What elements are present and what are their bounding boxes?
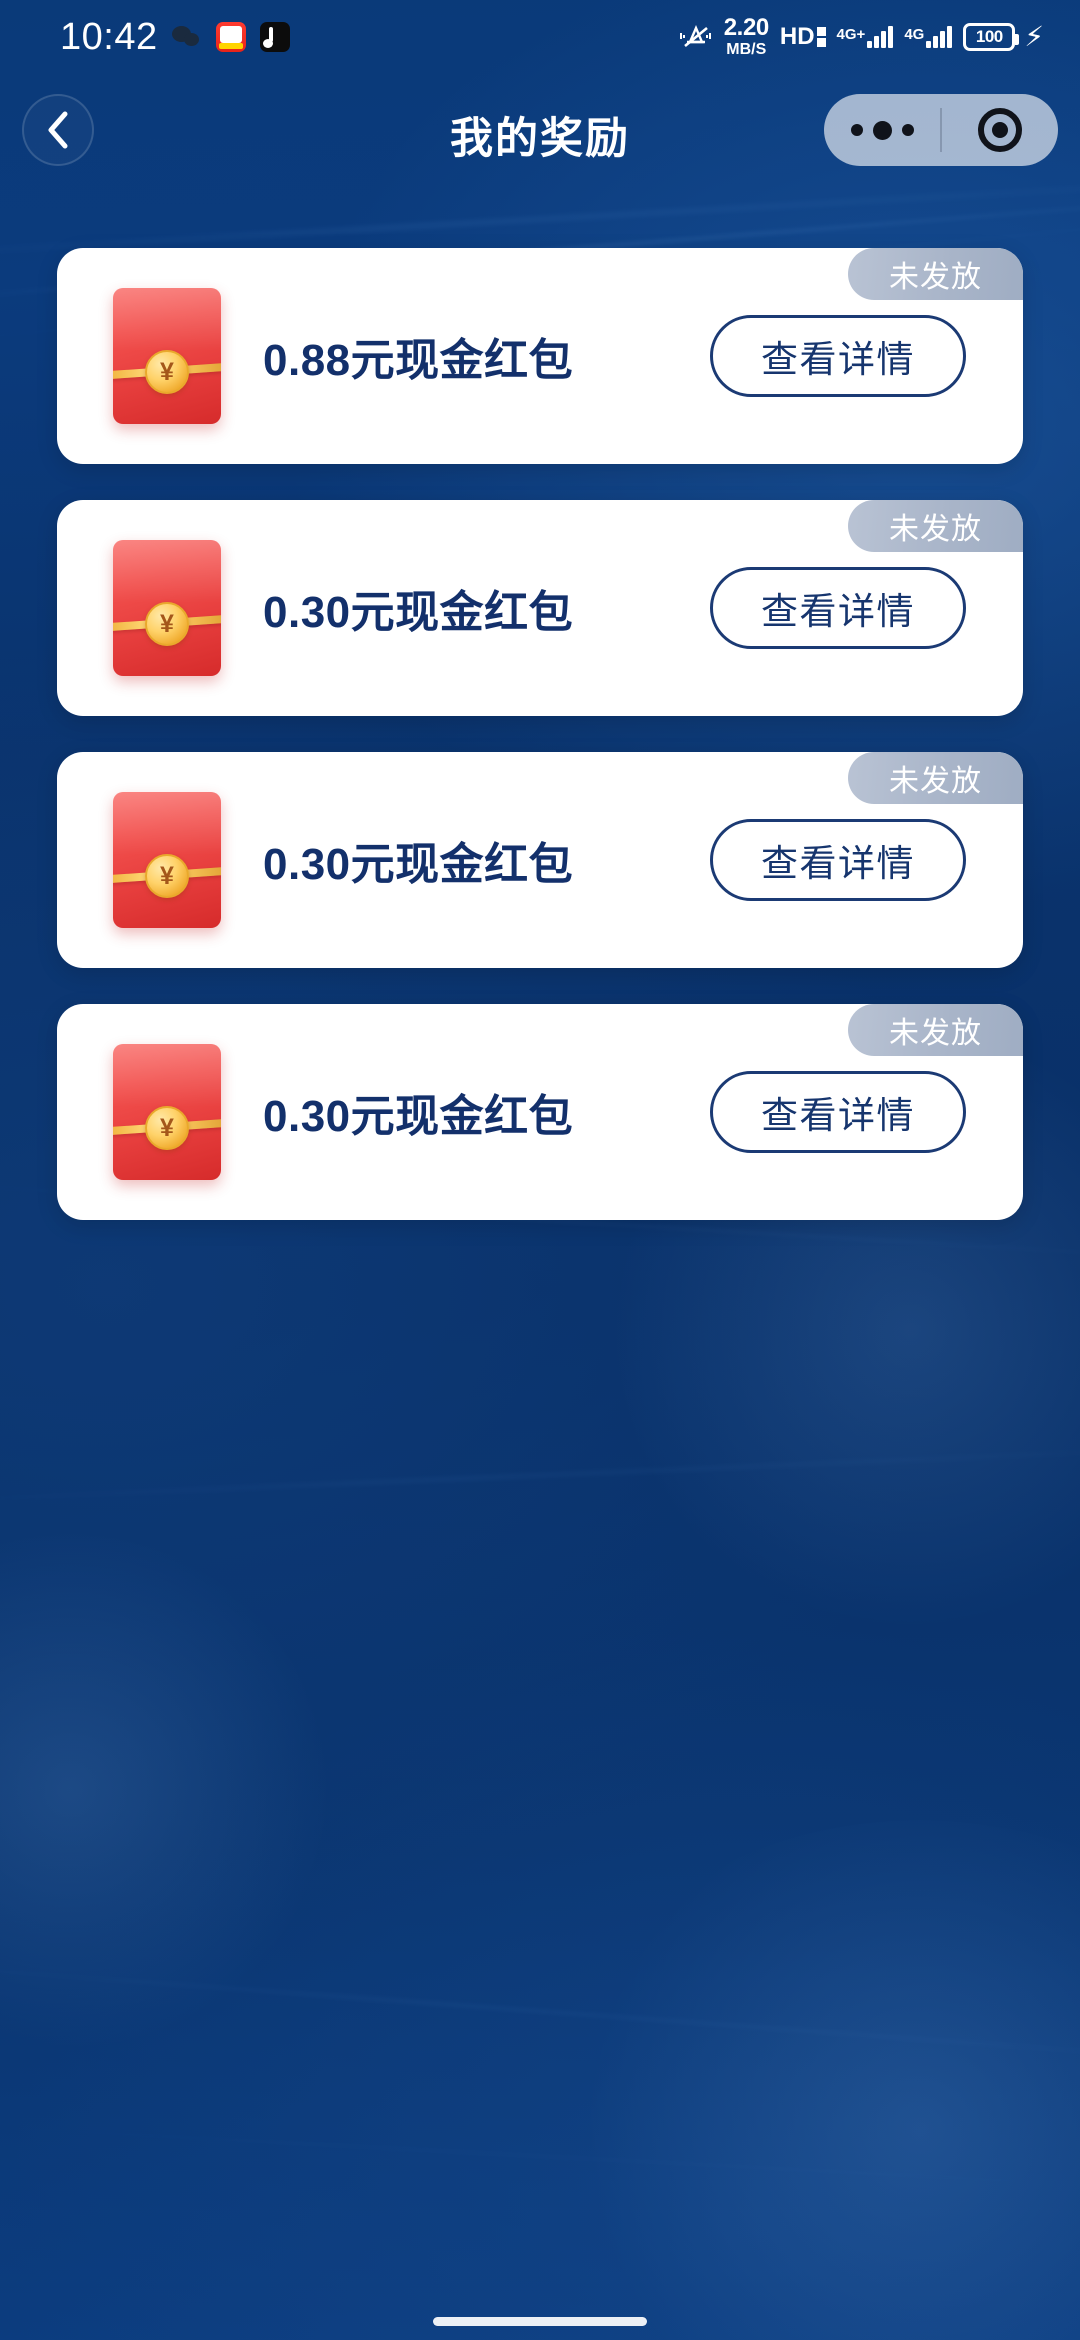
sim1-signal-icon: 4G+ [837,26,894,48]
reward-amount: 0.88 [263,336,351,385]
hd-voice-icon: HD [780,23,826,51]
view-detail-button[interactable]: 查看详情 [710,567,966,649]
reward-info: 0.30元现金红包 [221,1080,710,1144]
network-speed-unit: MB/S [726,41,767,58]
status-bar-left: 10:42 [60,16,290,59]
red-envelope-icon: ¥ [113,288,221,424]
target-circle-icon [978,108,1022,152]
battery-icon: 100 [963,23,1020,51]
reward-card[interactable]: 未发放 ¥ 0.30元现金红包 查看详情 [57,500,1023,716]
miniprogram-capsule [824,94,1058,166]
reward-amount: 0.30 [263,588,351,637]
reward-info: 0.30元现金红包 [221,828,710,892]
bell-muted-icon [679,22,713,52]
red-envelope-icon: ¥ [113,540,221,676]
reward-title: 0.88元现金红包 [263,324,710,388]
network-speed: 2.20 MB/S [723,14,770,58]
status-badge: 未发放 [848,248,1023,300]
reward-card[interactable]: 未发放 ¥ 0.30元现金红包 查看详情 [57,1004,1023,1220]
reward-title: 0.30元现金红包 [263,1080,710,1144]
status-bar: 10:42 2.20 MB/S HD 4G+ 4G 100 ⚡ [0,0,1080,74]
sim2-signal-icon: 4G [904,26,953,48]
reward-card[interactable]: 未发放 ¥ 0.88元现金红包 查看详情 [57,248,1023,464]
status-clock: 10:42 [60,15,158,58]
status-badge: 未发放 [848,752,1023,804]
battery-level: 100 [975,27,1003,46]
status-badge: 未发放 [848,1004,1023,1056]
reward-card-list: 未发放 ¥ 0.88元现金红包 查看详情 未发放 ¥ 0.30元现金红包 查看详… [0,248,1080,1220]
red-envelope-icon: ¥ [113,1044,221,1180]
kuaishou-icon [215,22,246,52]
wechat-icon [171,22,202,52]
capsule-menu-button[interactable] [824,120,940,140]
status-bar-right: 2.20 MB/S HD 4G+ 4G 100 ⚡ [679,16,1044,58]
reward-amount: 0.30 [263,1092,351,1141]
reward-title: 0.30元现金红包 [263,576,710,640]
reward-card[interactable]: 未发放 ¥ 0.30元现金红包 查看详情 [57,752,1023,968]
status-badge: 未发放 [848,500,1023,552]
reward-unit: 元现金红包 [350,588,574,637]
navigation-bar: 我的奖励 [0,74,1080,184]
reward-unit: 元现金红包 [350,840,574,889]
capsule-close-button[interactable] [942,108,1058,152]
view-detail-button[interactable]: 查看详情 [710,1071,966,1153]
network-speed-value: 2.20 [723,14,770,41]
view-detail-button[interactable]: 查看详情 [710,819,966,901]
reward-amount: 0.30 [263,840,351,889]
more-dots-icon [850,120,914,140]
reward-unit: 元现金红包 [350,1092,574,1141]
reward-info: 0.88元现金红包 [221,324,710,388]
red-envelope-icon: ¥ [113,792,221,928]
home-indicator[interactable] [433,2317,647,2326]
reward-title: 0.30元现金红包 [263,828,710,892]
reward-info: 0.30元现金红包 [221,576,710,640]
view-detail-button[interactable]: 查看详情 [710,315,966,397]
douyin-icon [259,22,290,52]
reward-unit: 元现金红包 [350,336,574,385]
bolt-icon: ⚡ [1024,21,1044,52]
